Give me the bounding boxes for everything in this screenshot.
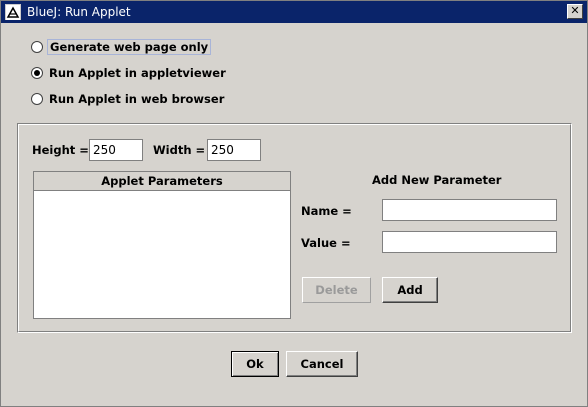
radio-circle[interactable]: [31, 93, 43, 105]
bluej-logo-icon: [6, 6, 20, 20]
radio-run-appletviewer[interactable]: Run Applet in appletviewer: [31, 64, 228, 82]
width-field[interactable]: 250: [207, 139, 261, 161]
value-label: Value =: [301, 236, 351, 250]
name-label: Name =: [301, 204, 352, 218]
title-bar[interactable]: BlueJ: Run Applet ✕: [1, 1, 587, 23]
radio-label[interactable]: Run Applet in web browser: [47, 92, 226, 106]
cancel-button[interactable]: Cancel: [286, 351, 358, 377]
radio-label[interactable]: Run Applet in appletviewer: [47, 66, 228, 80]
width-label: Width =: [153, 143, 206, 157]
parameter-value-field[interactable]: [382, 231, 557, 253]
close-button[interactable]: ✕: [567, 4, 583, 19]
add-button[interactable]: Add: [382, 277, 438, 303]
height-label: Height =: [32, 143, 89, 157]
applet-parameters-table[interactable]: Applet Parameters: [33, 171, 291, 319]
radio-circle-selected[interactable]: [31, 67, 43, 79]
radio-label[interactable]: Generate web page only: [47, 39, 212, 55]
window-title: BlueJ: Run Applet: [27, 5, 131, 19]
applet-parameters-header: Applet Parameters: [34, 172, 290, 191]
ok-button[interactable]: Ok: [231, 351, 279, 377]
height-field[interactable]: 250: [89, 139, 143, 161]
bluej-app-icon: [5, 4, 21, 20]
run-applet-dialog: BlueJ: Run Applet ✕ Generate web page on…: [0, 0, 588, 407]
parameter-name-field[interactable]: [382, 199, 557, 221]
radio-generate-web-page[interactable]: Generate web page only: [31, 38, 212, 56]
radio-run-web-browser[interactable]: Run Applet in web browser: [31, 90, 226, 108]
add-new-parameter-heading: Add New Parameter: [372, 173, 502, 187]
radio-circle[interactable]: [31, 41, 43, 53]
delete-button[interactable]: Delete: [302, 277, 371, 303]
